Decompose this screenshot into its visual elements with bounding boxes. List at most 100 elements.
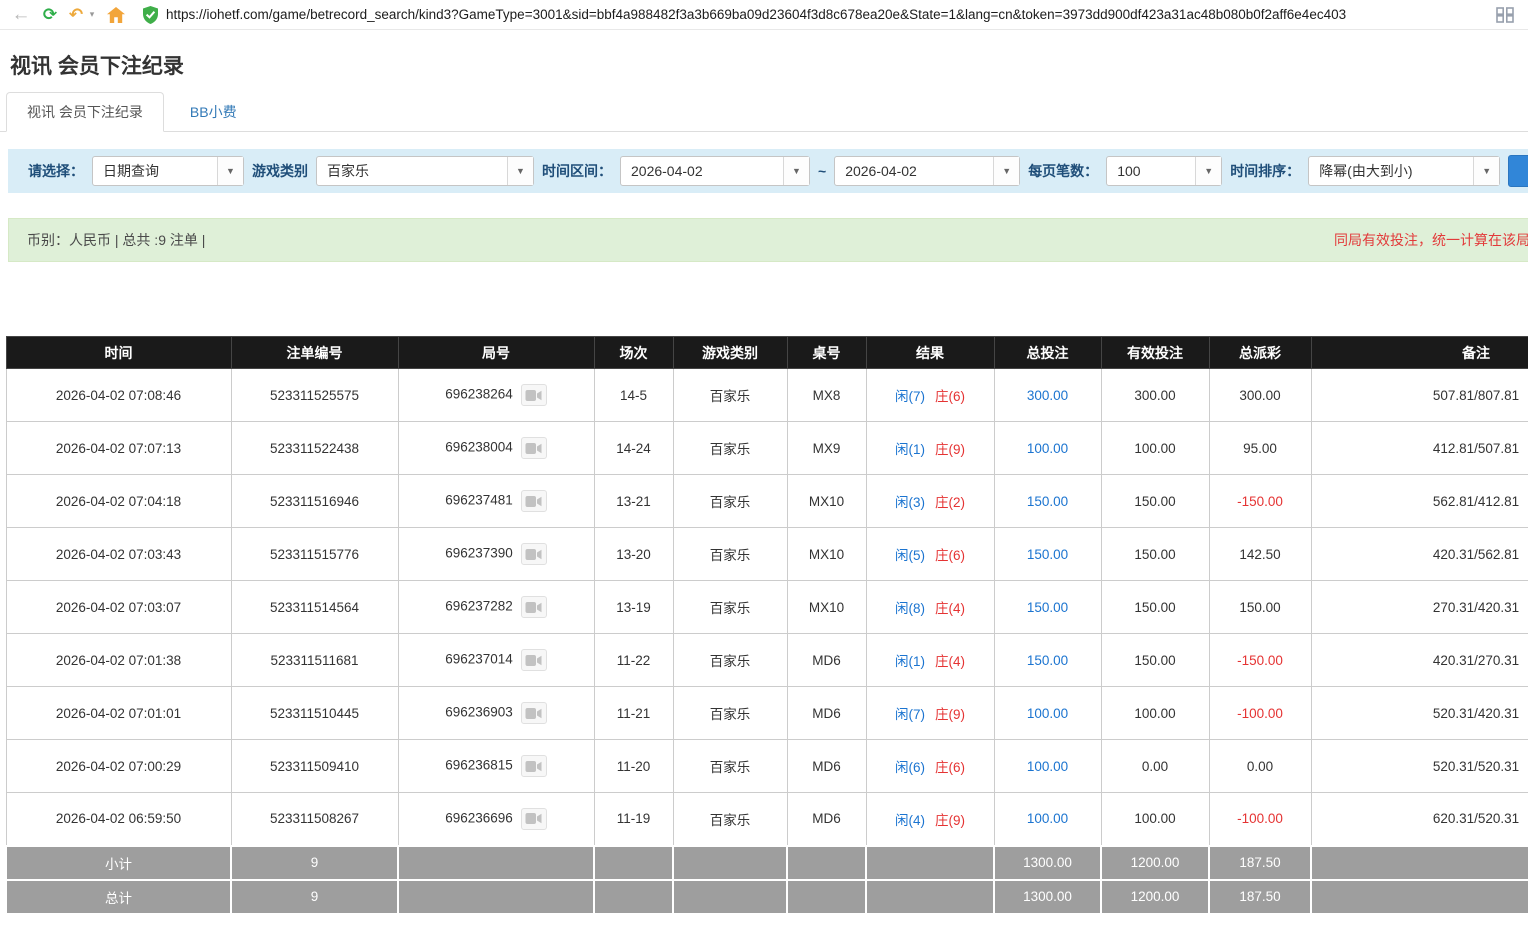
video-replay-icon[interactable] xyxy=(521,490,547,512)
result-player: 闲(7) xyxy=(895,389,925,404)
subtotal-payout: 187.50 xyxy=(1209,846,1311,880)
cell-game-type: 百家乐 xyxy=(673,634,787,687)
cell-time: 2026-04-02 06:59:50 xyxy=(6,793,231,846)
cell-table-no: MD6 xyxy=(787,793,866,846)
video-replay-icon[interactable] xyxy=(521,437,547,459)
column-header: 游戏类别 xyxy=(673,337,787,369)
video-replay-icon[interactable] xyxy=(521,543,547,565)
tab-bar: 视讯 会员下注纪录 BB小费 xyxy=(0,94,1528,132)
cell-valid-bet: 100.00 xyxy=(1101,422,1209,475)
cell-time: 2026-04-02 07:03:07 xyxy=(6,581,231,634)
cell-game-type: 百家乐 xyxy=(673,687,787,740)
browser-toolbar: ← ⟳ ↶ ▾ https://iohetf.com/game/betrecor… xyxy=(0,0,1528,30)
cell-valid-bet: 150.00 xyxy=(1101,528,1209,581)
game-type-select[interactable]: 百家乐 ▼ xyxy=(316,156,534,186)
cell-payout: 300.00 xyxy=(1209,369,1311,422)
video-replay-icon[interactable] xyxy=(521,702,547,724)
undo-icon[interactable]: ↶ xyxy=(68,6,84,23)
video-replay-icon[interactable] xyxy=(521,755,547,777)
video-replay-icon[interactable] xyxy=(521,384,547,406)
round-number: 696237481 xyxy=(445,493,513,508)
column-header: 场次 xyxy=(594,337,673,369)
cell-bet-id: 523311510445 xyxy=(231,687,398,740)
cell-total-bet: 150.00 xyxy=(994,528,1101,581)
cell-time: 2026-04-02 07:04:18 xyxy=(6,475,231,528)
cell-table-no: MD6 xyxy=(787,740,866,793)
cell-table-no: MX8 xyxy=(787,369,866,422)
time-sort-label: 时间排序： xyxy=(1230,161,1300,181)
video-replay-icon[interactable] xyxy=(521,596,547,618)
refresh-icon[interactable]: ⟳ xyxy=(39,6,61,23)
cell-valid-bet: 150.00 xyxy=(1101,581,1209,634)
tab-bet-records[interactable]: 视讯 会员下注纪录 xyxy=(6,92,164,132)
result-player: 闲(3) xyxy=(895,495,925,510)
tab-bb-tips[interactable]: BB小费 xyxy=(164,93,263,131)
column-header: 注单编号 xyxy=(231,337,398,369)
date-to-select[interactable]: 2026-04-02 ▼ xyxy=(834,156,1020,186)
query-type-value: 日期查询 xyxy=(93,157,217,185)
history-dropdown-icon[interactable]: ▾ xyxy=(87,10,97,19)
search-button[interactable] xyxy=(1508,155,1528,187)
date-from-value: 2026-04-02 xyxy=(621,157,783,185)
result-player: 闲(1) xyxy=(895,442,925,457)
cell-total-bet: 150.00 xyxy=(994,634,1101,687)
result-banker: 庄(9) xyxy=(935,707,965,722)
cell-payout: -150.00 xyxy=(1209,634,1311,687)
video-replay-icon[interactable] xyxy=(521,649,547,671)
cell-table-no: MD6 xyxy=(787,687,866,740)
apps-grid-icon[interactable] xyxy=(1492,7,1518,23)
cell-table-no: MX10 xyxy=(787,528,866,581)
chevron-down-icon: ▼ xyxy=(1195,157,1221,185)
cell-note: 620.31/520.31 xyxy=(1311,793,1528,846)
per-page-select[interactable]: 100 ▼ xyxy=(1106,156,1222,186)
video-replay-icon[interactable] xyxy=(521,808,547,830)
empty-cell xyxy=(594,880,673,914)
result-banker: 庄(4) xyxy=(935,601,965,616)
cell-result: 闲(7)庄(6) xyxy=(866,369,994,422)
table-row: 2026-04-02 07:01:01523311510445696236903… xyxy=(6,687,1528,740)
cell-time: 2026-04-02 07:07:13 xyxy=(6,422,231,475)
cell-note: 520.31/420.31 xyxy=(1311,687,1528,740)
cell-time: 2026-04-02 07:01:01 xyxy=(6,687,231,740)
column-header: 有效投注 xyxy=(1101,337,1209,369)
cell-session: 13-21 xyxy=(594,475,673,528)
total-count: 9 xyxy=(231,880,398,914)
empty-cell xyxy=(1311,846,1528,880)
date-from-select[interactable]: 2026-04-02 ▼ xyxy=(620,156,810,186)
cell-bet-id: 523311525575 xyxy=(231,369,398,422)
range-tilde: ~ xyxy=(818,163,826,179)
cell-note: 412.81/507.81 xyxy=(1311,422,1528,475)
cell-game-type: 百家乐 xyxy=(673,422,787,475)
empty-cell xyxy=(398,880,594,914)
column-header: 备注 xyxy=(1311,337,1528,369)
cell-session: 13-19 xyxy=(594,581,673,634)
cell-total-bet: 100.00 xyxy=(994,740,1101,793)
home-icon[interactable] xyxy=(104,7,128,23)
empty-cell xyxy=(673,880,787,914)
cell-result: 闲(1)庄(9) xyxy=(866,422,994,475)
chevron-down-icon: ▼ xyxy=(783,157,809,185)
round-number: 696236696 xyxy=(445,810,513,825)
cell-game-type: 百家乐 xyxy=(673,528,787,581)
cell-game-type: 百家乐 xyxy=(673,793,787,846)
time-sort-select[interactable]: 降幂(由大到小) ▼ xyxy=(1308,156,1500,186)
cell-game-type: 百家乐 xyxy=(673,475,787,528)
table-row: 2026-04-02 07:01:38523311511681696237014… xyxy=(6,634,1528,687)
cell-valid-bet: 150.00 xyxy=(1101,634,1209,687)
cell-time: 2026-04-02 07:01:38 xyxy=(6,634,231,687)
cell-table-no: MX9 xyxy=(787,422,866,475)
result-player: 闲(8) xyxy=(895,601,925,616)
chevron-down-icon: ▼ xyxy=(217,157,243,185)
cell-result: 闲(7)庄(9) xyxy=(866,687,994,740)
cell-note: 270.31/420.31 xyxy=(1311,581,1528,634)
cell-total-bet: 150.00 xyxy=(994,475,1101,528)
table-row: 2026-04-02 07:00:29523311509410696236815… xyxy=(6,740,1528,793)
result-banker: 庄(6) xyxy=(935,548,965,563)
address-bar[interactable]: https://iohetf.com/game/betrecord_search… xyxy=(143,6,1485,24)
subtotal-row: 小计 9 1300.00 1200.00 187.50 xyxy=(6,846,1528,880)
back-icon[interactable]: ← xyxy=(10,5,32,24)
query-type-select[interactable]: 日期查询 ▼ xyxy=(92,156,244,186)
cell-time: 2026-04-02 07:08:46 xyxy=(6,369,231,422)
cell-round-id: 696237481 xyxy=(398,475,594,528)
cell-bet-id: 523311522438 xyxy=(231,422,398,475)
